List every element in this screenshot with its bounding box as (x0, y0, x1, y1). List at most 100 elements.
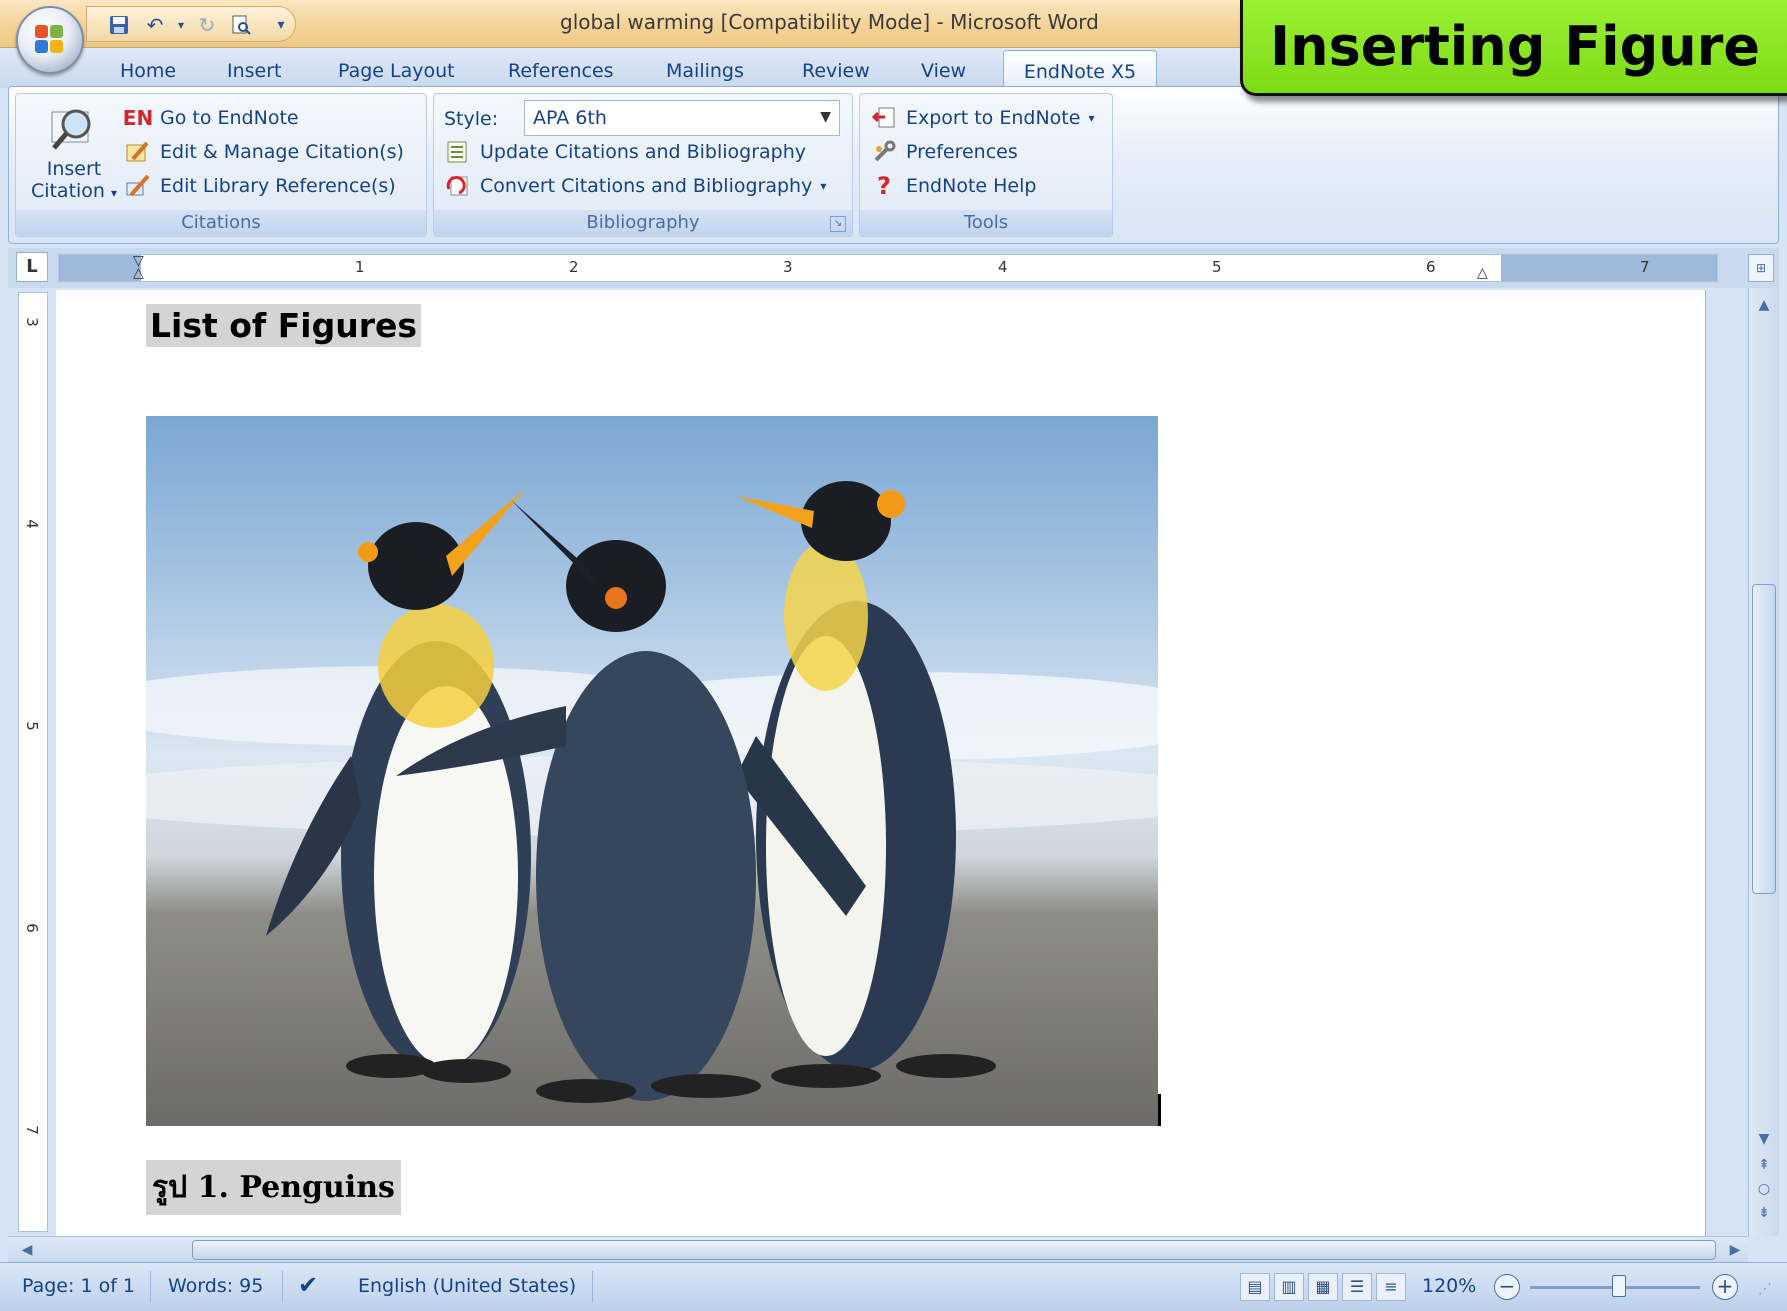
insert-citation-dropdown-icon: ▾ (111, 186, 118, 200)
dialog-launcher-icon[interactable]: ↘ (830, 216, 846, 232)
scroll-left-icon[interactable]: ◀ (16, 1239, 38, 1261)
status-bar: Page: 1 of 1 Words: 95 ✔ English (United… (0, 1262, 1787, 1311)
quick-access-toolbar: ↶ ▾ ↻ ▾ (86, 6, 296, 42)
ruler-number: 4 (22, 519, 41, 529)
export-to-endnote-button[interactable]: Export to EndNote ▾ (870, 102, 1094, 134)
go-to-endnote-label: Go to EndNote (160, 107, 299, 129)
tools-group: Export to EndNote ▾ Preferences ? EndNot… (859, 93, 1113, 237)
edit-library-references-label: Edit Library Reference(s) (160, 175, 396, 197)
preferences-button[interactable]: Preferences (870, 136, 1018, 168)
penguins-figure[interactable] (146, 416, 1158, 1126)
scroll-right-icon[interactable]: ▶ (1724, 1239, 1746, 1261)
horizontal-ruler[interactable]: ▽ △ △ 1 2 3 4 5 6 7 (58, 254, 1718, 282)
tab-insert[interactable]: Insert (227, 60, 282, 82)
print-preview-icon[interactable] (227, 11, 255, 39)
style-select[interactable]: APA 6th ▼ (524, 100, 840, 136)
edit-manage-citations-button[interactable]: Edit & Manage Citation(s) (124, 136, 404, 168)
ruler-number: 5 (22, 721, 41, 731)
previous-page-icon[interactable]: ⇞ (1753, 1154, 1775, 1176)
customize-qat-icon[interactable]: ▾ (267, 11, 295, 39)
ruler-row: L ▽ △ △ 1 2 3 4 5 6 7 ⊞ (8, 248, 1779, 288)
zoom-in-icon[interactable]: + (1712, 1274, 1738, 1300)
scroll-down-icon[interactable]: ▼ (1753, 1128, 1775, 1150)
chevron-down-icon: ▼ (820, 109, 831, 125)
ruler-number: 6 (22, 923, 41, 933)
view-ruler-icon[interactable]: ⊞ (1748, 254, 1774, 282)
insert-citation-button[interactable]: Insert Citation ▾ (24, 100, 124, 206)
tab-mailings[interactable]: Mailings (666, 60, 744, 82)
first-line-indent-marker[interactable]: ▽ △ (133, 254, 144, 280)
export-icon (870, 104, 898, 132)
document-page[interactable]: List of Figures รูป 1. Penguins (56, 290, 1706, 1236)
tab-references[interactable]: References (508, 60, 614, 82)
tab-page-layout[interactable]: Page Layout (338, 60, 455, 82)
print-layout-view-icon[interactable]: ▤ (1240, 1273, 1270, 1301)
next-page-icon[interactable]: ⇟ (1753, 1202, 1775, 1224)
tools-group-label: Tools (860, 210, 1112, 236)
list-of-figures-heading: List of Figures (146, 304, 422, 347)
right-indent-marker[interactable]: △ (1477, 265, 1488, 281)
vertical-scrollbar[interactable]: ▲ ▼ ⇞ ○ ⇟ (1748, 288, 1779, 1236)
wrench-icon (870, 138, 898, 166)
text-cursor (1158, 1094, 1161, 1126)
tab-home[interactable]: Home (120, 60, 176, 82)
go-to-endnote-button[interactable]: EN Go to EndNote (123, 102, 299, 134)
scroll-up-icon[interactable]: ▲ (1753, 294, 1775, 316)
resize-grip-icon[interactable]: ⋰ (1758, 1281, 1772, 1297)
draft-view-icon[interactable]: ≡ (1376, 1273, 1406, 1301)
office-logo-icon (35, 25, 65, 55)
insert-citation-label-2: Citation ▾ (30, 180, 118, 202)
edit-library-icon (124, 172, 152, 200)
update-citations-button[interactable]: Update Citations and Bibliography (444, 136, 806, 168)
convert-citations-button[interactable]: Convert Citations and Bibliography ▾ (444, 170, 826, 202)
edit-pencil-icon (124, 138, 152, 166)
horizontal-scrollbar[interactable]: ◀ ▶ (8, 1236, 1748, 1262)
convert-dropdown-icon: ▾ (820, 179, 827, 193)
edit-manage-citations-label: Edit & Manage Citation(s) (160, 141, 404, 163)
ruler-number: 7 (1640, 258, 1650, 276)
vertical-scroll-thumb[interactable] (1752, 584, 1776, 894)
page-count[interactable]: Page: 1 of 1 (22, 1275, 135, 1297)
zoom-level[interactable]: 120% (1422, 1275, 1476, 1297)
language-status[interactable]: English (United States) (358, 1275, 576, 1297)
edit-library-references-button[interactable]: Edit Library Reference(s) (124, 170, 396, 202)
citations-group: Insert Citation ▾ EN Go to EndNote Edit … (15, 93, 427, 237)
convert-icon (444, 172, 472, 200)
select-browse-object-icon[interactable]: ○ (1753, 1178, 1775, 1200)
magnifier-icon (46, 102, 102, 158)
citations-group-label: Citations (16, 210, 426, 236)
save-icon[interactable] (105, 11, 133, 39)
tab-endnote-x5[interactable]: EndNote X5 (1003, 50, 1157, 90)
window-title: global warming [Compatibility Mode] - Mi… (560, 10, 1099, 34)
office-button[interactable] (16, 6, 84, 74)
word-count[interactable]: Words: 95 (168, 1275, 263, 1297)
vertical-ruler[interactable]: 3 4 5 6 7 (18, 292, 48, 1232)
proofing-check-icon[interactable]: ✔ (298, 1271, 318, 1299)
preferences-label: Preferences (906, 141, 1018, 163)
horizontal-scroll-thumb[interactable] (192, 1240, 1716, 1260)
tab-review[interactable]: Review (802, 60, 870, 82)
export-dropdown-icon: ▾ (1088, 111, 1095, 125)
full-screen-reading-view-icon[interactable]: ▥ (1274, 1273, 1304, 1301)
ruler-right-margin (1501, 255, 1717, 281)
export-to-endnote-label: Export to EndNote (906, 107, 1081, 129)
ruler-left-margin (59, 255, 141, 281)
tab-view[interactable]: View (921, 60, 966, 82)
undo-icon[interactable]: ↶ (141, 11, 169, 39)
help-question-icon: ? (877, 172, 891, 200)
style-select-value: APA 6th (533, 107, 607, 129)
ruler-number: 3 (783, 258, 793, 276)
redo-icon[interactable]: ↻ (193, 11, 221, 39)
update-citations-label: Update Citations and Bibliography (480, 141, 807, 163)
zoom-slider-thumb[interactable] (1612, 1275, 1626, 1297)
tab-selector-icon[interactable]: L (16, 252, 48, 282)
ruler-number: 5 (1212, 258, 1222, 276)
endnote-help-button[interactable]: ? EndNote Help (870, 170, 1036, 202)
endnote-help-label: EndNote Help (906, 175, 1037, 197)
web-layout-view-icon[interactable]: ▦ (1308, 1273, 1338, 1301)
undo-dropdown-icon[interactable]: ▾ (167, 11, 195, 39)
overlay-label: Inserting Figure (1240, 0, 1787, 96)
zoom-out-icon[interactable]: − (1494, 1274, 1520, 1300)
outline-view-icon[interactable]: ☰ (1342, 1273, 1372, 1301)
insert-citation-label-1: Insert (46, 158, 102, 180)
